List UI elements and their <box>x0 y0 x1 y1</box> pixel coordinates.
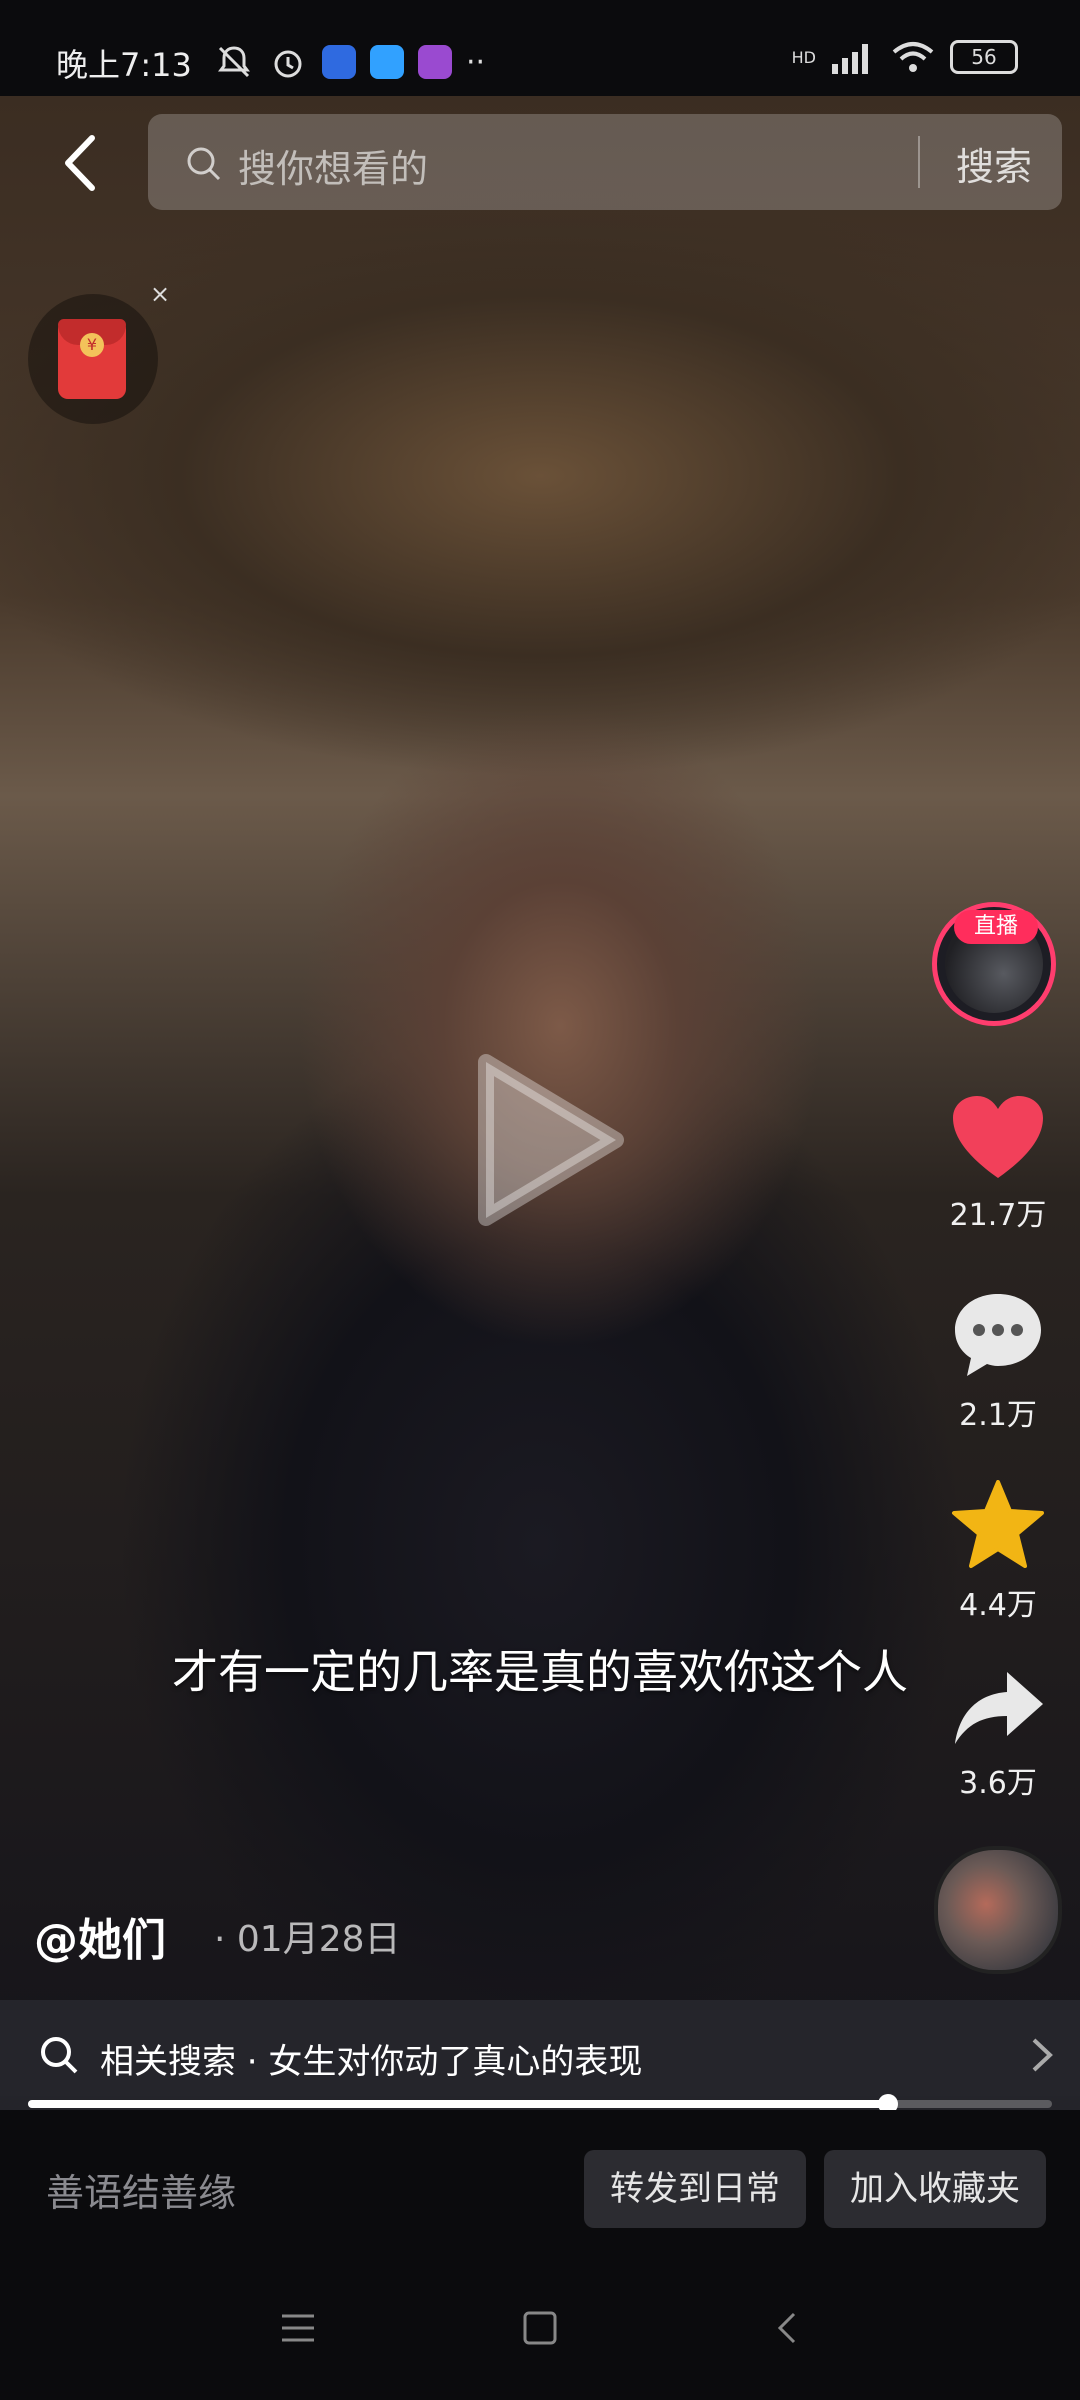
menu-icon[interactable] <box>280 2310 316 2346</box>
comment-input[interactable]: 善语结善缘 <box>46 2162 236 2217</box>
music-disc[interactable] <box>934 1846 1062 1974</box>
favorite-count: 4.4万 <box>959 1588 1037 1623</box>
search-bar[interactable]: 搜你想看的 搜索 <box>148 114 1062 210</box>
app-icon-1 <box>322 45 356 79</box>
alarm-icon <box>274 50 302 78</box>
add-to-favorites-button[interactable]: 加入收藏夹 <box>824 2150 1046 2228</box>
heart-icon <box>953 1096 1043 1178</box>
close-icon[interactable]: × <box>150 280 170 308</box>
search-input[interactable]: 搜你想看的 <box>238 138 428 193</box>
red-packet-widget[interactable]: ¥ <box>28 294 158 424</box>
more-notifications-icon: ·· <box>466 44 486 80</box>
status-bar: 晚上7:13 ·· HD 56 <box>0 0 1080 96</box>
red-packet-icon: ¥ <box>58 319 126 399</box>
video-progress-bar[interactable] <box>28 2094 1052 2114</box>
chevron-right-icon <box>1032 2038 1053 2072</box>
search-divider <box>918 136 920 188</box>
network-label: HD <box>791 47 816 67</box>
mute-icon <box>218 46 250 78</box>
home-icon[interactable] <box>522 2310 558 2346</box>
comment-count: 2.1万 <box>959 1398 1037 1433</box>
search-button[interactable]: 搜索 <box>956 136 1032 191</box>
progress-fill <box>28 2100 889 2108</box>
app-icon-3 <box>418 45 452 79</box>
app-icon-2 <box>370 45 404 79</box>
author-name[interactable]: @她们 <box>34 1904 166 1968</box>
like-count: 21.7万 <box>949 1198 1047 1233</box>
search-icon <box>187 147 221 181</box>
bottom-bar: 善语结善缘 转发到日常 加入收藏夹 <box>0 2110 1080 2260</box>
share-count: 3.6万 <box>959 1766 1037 1801</box>
comment-icon <box>955 1294 1041 1376</box>
forward-to-daily-button[interactable]: 转发到日常 <box>584 2150 806 2228</box>
battery-indicator: 56 <box>950 40 1018 74</box>
live-badge: 直播 <box>954 910 1038 944</box>
back-nav-icon[interactable] <box>770 2310 806 2346</box>
wifi-icon <box>892 42 934 72</box>
back-icon[interactable] <box>40 118 120 208</box>
comment-button[interactable]: 2.1万 <box>938 1290 1058 1434</box>
related-search-bar[interactable]: 相关搜索 · 女生对你动了真心的表现 <box>0 2000 1080 2110</box>
status-app-icons: ·· <box>214 42 485 82</box>
status-time: 晚上7:13 <box>56 46 192 84</box>
signal-icon <box>832 44 868 74</box>
related-search-text: 相关搜索 · 女生对你动了真心的表现 <box>100 2042 643 2082</box>
star-icon <box>952 1480 1044 1568</box>
system-nav-bar <box>0 2260 1080 2400</box>
play-icon[interactable] <box>466 1050 626 1230</box>
video-caption: 才有一定的几率是真的喜欢你这个人 <box>172 1645 908 1699</box>
post-date: · 01月28日 <box>214 1919 401 1960</box>
status-right: HD 56 <box>792 40 1018 74</box>
like-button[interactable]: 21.7万 <box>938 1094 1058 1234</box>
favorite-button[interactable]: 4.4万 <box>938 1480 1058 1624</box>
coin-icon: ¥ <box>80 333 104 357</box>
search-icon <box>41 2037 78 2074</box>
